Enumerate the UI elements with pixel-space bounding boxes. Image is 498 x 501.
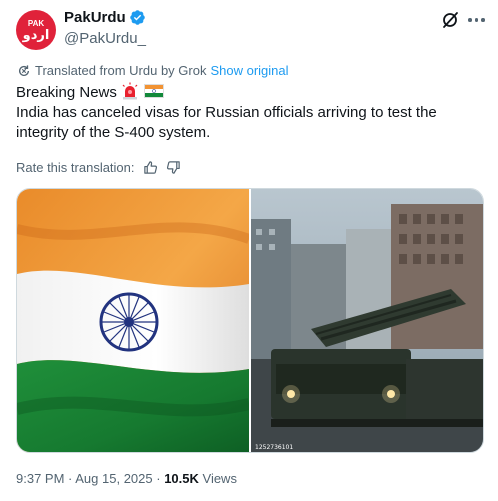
image-caption: 1252736101 [255, 444, 293, 451]
tweet-line-1: Breaking News [16, 82, 486, 103]
more-options-icon[interactable] [468, 18, 485, 22]
tweet-line-3: integrity of the S-400 system. [16, 124, 211, 141]
verified-badge-icon [129, 10, 145, 25]
tweet-meta: 9:37 PM · Aug 15, 2025 · 10.5K Views [16, 471, 237, 486]
thumbs-down-icon[interactable] [166, 160, 181, 175]
handle[interactable]: @PakUrdu_ [64, 30, 146, 47]
translation-notice: Translated from Urdu by Grok Show origin… [17, 63, 289, 78]
tweet-time[interactable]: 9:37 PM [16, 471, 64, 486]
tweet-date[interactable]: Aug 15, 2025 [75, 471, 152, 486]
translate-icon [18, 64, 30, 76]
s400-system-image[interactable]: 1252736101 [251, 189, 483, 452]
india-flag-emoji-icon [143, 84, 164, 98]
views-count: 10.5K [164, 471, 199, 486]
show-original-link[interactable]: Show original [210, 63, 288, 78]
thumbs-up-icon[interactable] [143, 160, 158, 175]
grok-icon[interactable] [440, 10, 460, 30]
tweet-line-2: India has canceled visas for Russian off… [16, 104, 437, 121]
s400-photo: 1252736101 [251, 189, 483, 452]
tweet-text: Breaking News India has canceled visas f… [16, 82, 486, 143]
tweet-headline: Breaking News [16, 84, 117, 101]
rate-translation-label: Rate this translation: [16, 160, 135, 175]
display-name-row: PakUrdu [64, 9, 146, 26]
translation-label: Translated from Urdu by Grok [35, 63, 207, 78]
rate-translation: Rate this translation: [16, 160, 181, 175]
views-label: Views [198, 471, 237, 486]
avatar-text-bottom: اردو [22, 27, 50, 42]
siren-emoji-icon [122, 82, 138, 100]
display-name[interactable]: PakUrdu [64, 9, 126, 26]
flag-photo [17, 189, 249, 452]
meta-separator: · [64, 471, 76, 486]
media-grid: 1252736101 [16, 188, 484, 453]
india-flag-image[interactable] [17, 189, 249, 452]
avatar[interactable]: PAK اردو [16, 10, 56, 50]
meta-separator-2: · [152, 471, 165, 486]
